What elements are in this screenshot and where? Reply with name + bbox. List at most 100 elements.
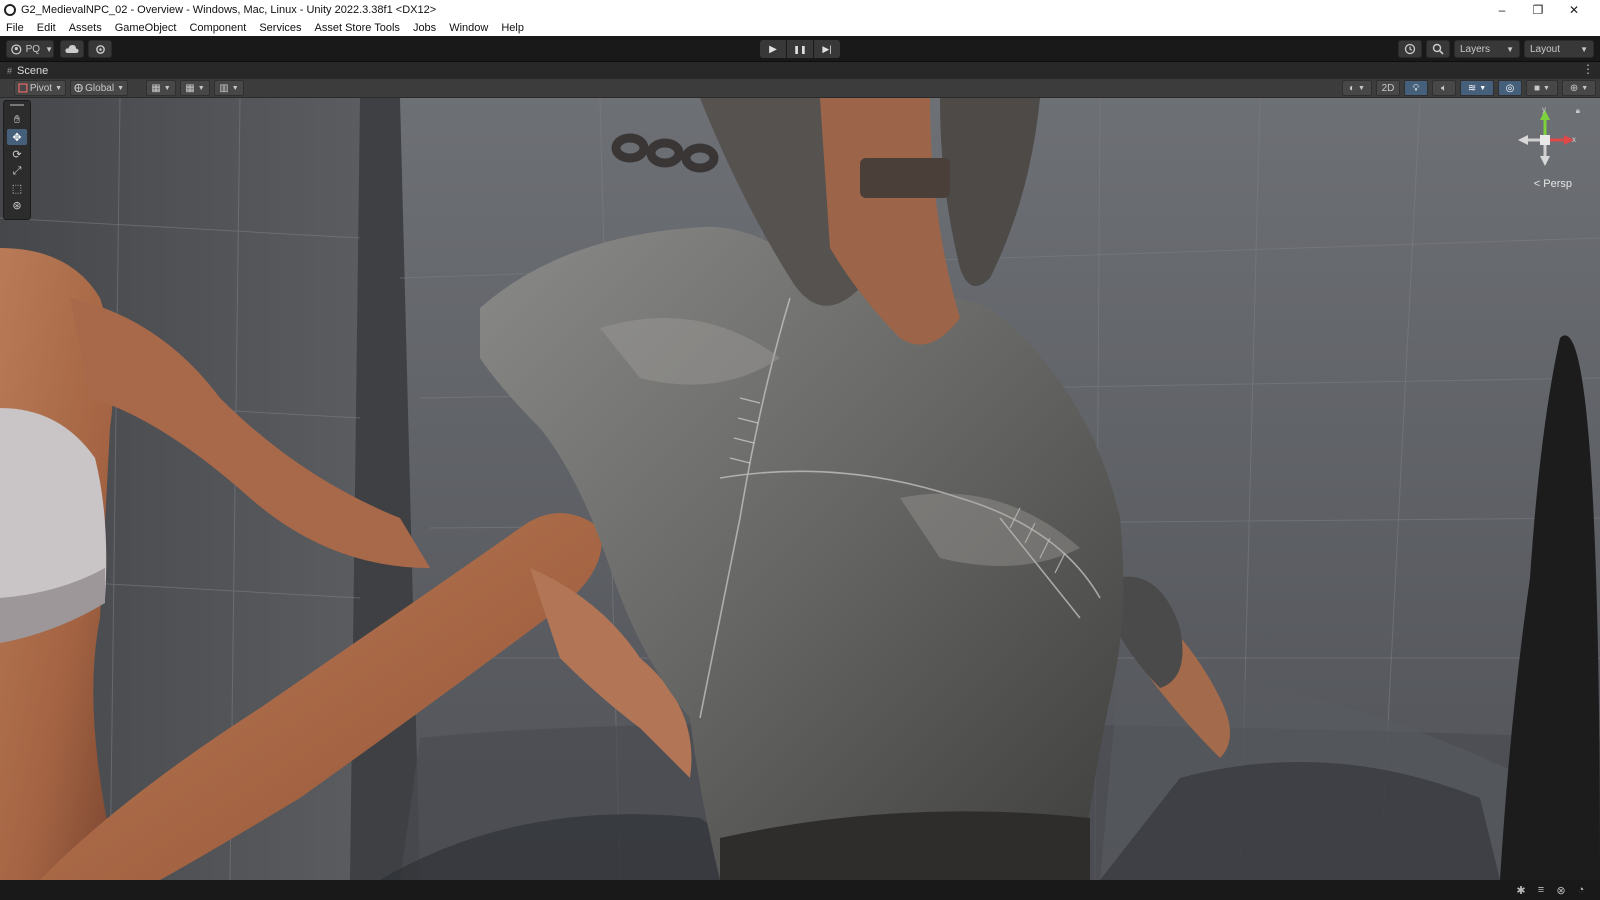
collab-button[interactable] <box>88 40 112 58</box>
cloud-button[interactable] <box>60 40 84 58</box>
layers-label: Layers <box>1460 43 1491 55</box>
scene-render <box>0 98 1600 880</box>
global-label: Global <box>85 82 115 94</box>
rotate-tool[interactable]: ⟳ <box>7 146 27 162</box>
gizmos-dropdown[interactable]: ⊕ ▼ <box>1562 80 1596 96</box>
grid-snap-dropdown[interactable]: ▦ ▼ <box>146 80 176 96</box>
eye-hidden-icon: ◎ <box>1505 82 1515 94</box>
menu-asset-store-tools[interactable]: Asset Store Tools <box>315 22 400 34</box>
menu-window[interactable]: Window <box>449 22 488 34</box>
camera-projection-toggle[interactable]: < Persp <box>1534 178 1572 190</box>
layout-dropdown[interactable]: Layout ▼ <box>1524 40 1594 58</box>
axis-gizmo-icon: y x <box>1518 105 1576 166</box>
pivot-label: Pivot <box>29 82 53 94</box>
scene-visibility-toggle[interactable]: ◎ <box>1498 80 1522 96</box>
rect-transform-icon: ⬚ <box>11 182 23 195</box>
scale-tool[interactable]: ⤢ <box>7 163 27 179</box>
minimize-button[interactable]: – <box>1484 0 1520 19</box>
scene-viewport[interactable]: ✋︎ ✥ ⟳ ⤢ ⬚ ⊛ <box>0 98 1600 880</box>
menu-edit[interactable]: Edit <box>37 22 56 34</box>
chevron-down-icon: ▼ <box>197 84 205 92</box>
undo-history-button[interactable] <box>1398 40 1422 58</box>
tab-scene[interactable]: Scene <box>17 65 48 77</box>
transform-tool[interactable]: ⊛ <box>7 197 27 213</box>
gizmo-y-label: y <box>1542 105 1546 114</box>
move-tool[interactable]: ✥ <box>7 129 27 145</box>
menu-help[interactable]: Help <box>501 22 524 34</box>
bug-icon[interactable]: ✱ <box>1514 883 1528 897</box>
2d-toggle[interactable]: 2D <box>1376 80 1400 96</box>
menu-file[interactable]: File <box>6 22 24 34</box>
grid-visibility-dropdown[interactable]: ▦ ▼ <box>180 80 210 96</box>
increment-snap-dropdown[interactable]: ▥ ▼ <box>214 80 244 96</box>
camera-settings-dropdown[interactable]: ■ ▼ <box>1526 80 1558 96</box>
menu-jobs[interactable]: Jobs <box>413 22 436 34</box>
pivot-icon <box>18 83 28 93</box>
account-icon <box>11 43 22 55</box>
status-bar: ✱ ≡ ⊗ ◔ <box>0 880 1600 900</box>
unity-logo-icon <box>4 3 16 16</box>
search-button[interactable] <box>1426 40 1450 58</box>
rotate-icon: ⟳ <box>12 148 22 161</box>
chevron-down-icon: ▼ <box>117 84 124 92</box>
pause-button[interactable]: ❚❚ <box>787 40 813 58</box>
network-icon[interactable]: ⊗ <box>1554 883 1568 897</box>
menu-services[interactable]: Services <box>259 22 301 34</box>
step-button[interactable]: ▶| <box>814 40 840 58</box>
overlay-grip[interactable] <box>10 104 24 106</box>
menu-component[interactable]: Component <box>189 22 246 34</box>
layers-dropdown[interactable]: Layers ▼ <box>1454 40 1520 58</box>
pause-icon: ❚❚ <box>793 44 807 54</box>
scale-icon: ⤢ <box>12 164 22 177</box>
chevron-left-icon: < <box>1533 178 1541 190</box>
main-toolbar: PQ ▼ ▶ ❚❚ ▶| Layers ▼ Layout ▼ <box>0 36 1600 62</box>
menu-assets[interactable]: Assets <box>69 22 102 34</box>
speaker-icon: 🔈︎ <box>1441 82 1447 94</box>
chevron-down-icon: ▼ <box>45 44 53 54</box>
globe-icon <box>74 83 83 93</box>
scene-grid-icon: # <box>7 65 13 76</box>
cloud-icon <box>65 45 79 53</box>
account-dropdown[interactable]: PQ ▼ <box>6 40 54 58</box>
chevron-down-icon: ▼ <box>1479 84 1487 92</box>
menu-gameobject[interactable]: GameObject <box>115 22 177 34</box>
rect-tool[interactable]: ⬚ <box>7 180 27 196</box>
layout-label: Layout <box>1530 43 1561 55</box>
chevron-down-icon: ▼ <box>163 84 171 92</box>
gear-icon <box>95 44 105 54</box>
title-bar: G2_MedievalNPC_02 - Overview - Windows, … <box>0 0 1600 19</box>
close-button[interactable]: ✕ <box>1556 0 1592 19</box>
ruler-icon: ▥ <box>219 82 229 94</box>
lighting-toggle[interactable]: 💡︎ <box>1404 80 1428 96</box>
play-button[interactable]: ▶ <box>760 40 786 58</box>
restore-button[interactable]: ❐ <box>1520 0 1556 19</box>
chevron-down-icon: ▼ <box>55 84 62 92</box>
chevron-down-icon: ▼ <box>1543 84 1550 92</box>
grid-snapping-icon: ▦ <box>185 82 195 94</box>
audio-toggle[interactable]: 🔈︎ <box>1432 80 1456 96</box>
window-title: G2_MedievalNPC_02 - Overview - Windows, … <box>21 3 437 16</box>
more-options-icon[interactable]: ⋮ <box>1582 62 1594 76</box>
scene-toolbar: Pivot ▼ Global ▼ ▦ ▼ ▦ ▼ ▥ ▼ ◐ ▼ 2D 💡︎ 🔈︎ ≋ ▼… <box>0 79 1600 98</box>
play-icon: ▶ <box>769 43 777 55</box>
layers-icon[interactable]: ≡ <box>1534 883 1548 897</box>
search-icon <box>1432 43 1444 55</box>
camera-icon: ■ <box>1534 82 1541 94</box>
effects-layers-icon: ≋ <box>1467 82 1477 94</box>
lock-icon[interactable]: 🔒︎ <box>1576 106 1580 116</box>
shading-mode-dropdown[interactable]: ◐ ▼ <box>1342 80 1372 96</box>
effects-dropdown[interactable]: ≋ ▼ <box>1460 80 1494 96</box>
grid-icon: ▦ <box>151 82 161 94</box>
camera-label: Persp <box>1543 178 1572 190</box>
menu-bar: File Edit Assets GameObject Component Se… <box>0 19 1600 36</box>
history-icon <box>1404 43 1416 55</box>
hand-tool[interactable]: ✋︎ <box>7 112 27 128</box>
global-toggle[interactable]: Global ▼ <box>70 80 128 96</box>
shading-sphere-icon: ◐ <box>1349 82 1356 94</box>
pivot-toggle[interactable]: Pivot ▼ <box>14 80 66 96</box>
gizmos-globe-icon: ⊕ <box>1569 82 1579 94</box>
progress-icon[interactable]: ◔ <box>1574 883 1588 897</box>
hand-icon: ✋︎ <box>13 113 21 126</box>
lightbulb-icon: 💡︎ <box>1412 82 1420 94</box>
gizmo-x-label: x <box>1572 135 1576 144</box>
